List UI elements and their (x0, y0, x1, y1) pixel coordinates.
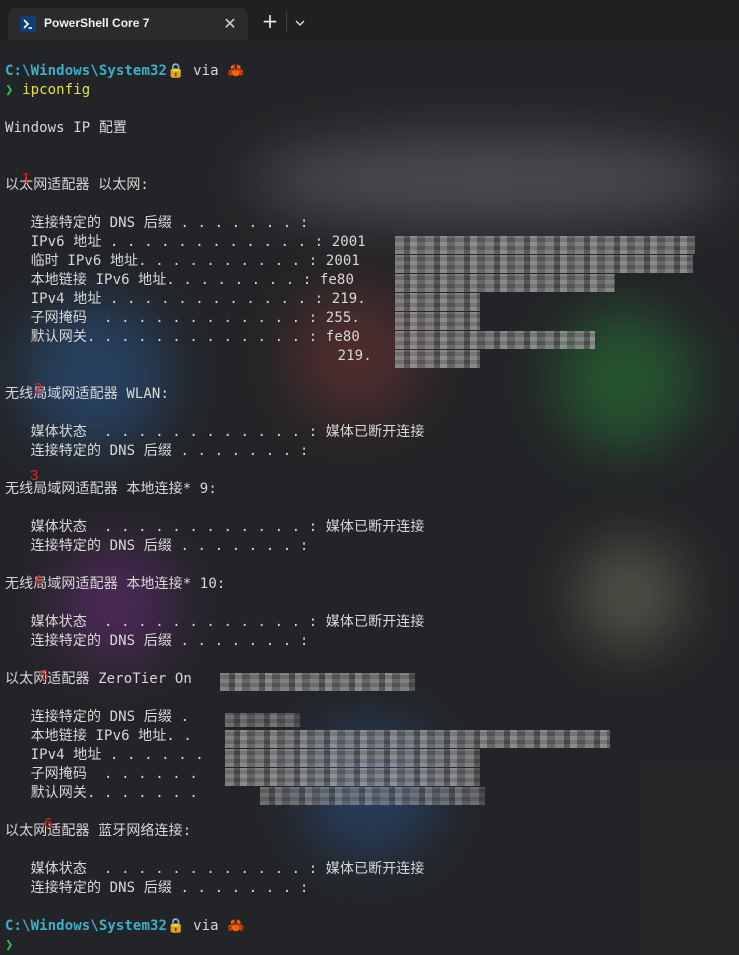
adapter-field: 媒体状态 . . . . . . . . . . . . : 媒体已断开连接 (5, 424, 425, 440)
adapter-field: 默认网关. . . . . . . . . . . . . : fe80 (5, 329, 360, 345)
command-text: ipconfig (22, 82, 91, 98)
redaction-mosaic (225, 768, 480, 786)
redaction-mosaic (395, 331, 595, 349)
adapter-field: 连接特定的 DNS 后缀 . . . . . . . : (5, 215, 309, 231)
adapter-field: 连接特定的 DNS 后缀 . . . . . . . : (5, 538, 309, 554)
prompt-via: via (184, 63, 228, 79)
terminal-pane[interactable]: C:\Windows\System32🔒 via 🦀 ❯ ipconfig Wi… (0, 40, 739, 955)
adapter-field: 子网掩码 . . . . . . . . . . . . : 255. (5, 310, 360, 326)
close-icon[interactable]: ✕ (220, 14, 240, 34)
tab-powershell[interactable]: PowerShell Core 7 ✕ (8, 8, 248, 40)
redaction-mosaic (395, 274, 615, 292)
adapter-field: IPv4 地址 . . . . . . . . . . . . : 219. (5, 291, 366, 307)
annotation-marker: 3 (30, 467, 39, 484)
redaction-mosaic (220, 673, 415, 691)
annotation-marker: 1 (22, 170, 31, 187)
lock-icon: 🔒 (167, 918, 185, 934)
command-line[interactable]: ❯ (5, 936, 14, 955)
adapter-field: 默认网关. . . . . . . (5, 785, 198, 801)
powershell-icon (20, 16, 36, 32)
adapter-title: 以太网适配器 蓝牙网络连接: (5, 823, 192, 839)
annotation-marker: 4 (34, 572, 43, 589)
adapter-field: IPv6 地址 . . . . . . . . . . . . : 2001 (5, 234, 366, 250)
lock-icon: 🔒 (167, 63, 185, 79)
redaction-mosaic (395, 293, 480, 311)
adapter-field: 临时 IPv6 地址. . . . . . . . . . : 2001 (5, 253, 360, 269)
adapter-field: 219. (5, 348, 372, 364)
adapter-field: 子网掩码 . . . . . . (5, 766, 198, 782)
chevron-down-icon[interactable] (290, 10, 310, 34)
redaction-mosaic (225, 713, 300, 727)
prompt-symbol: ❯ (5, 937, 14, 953)
redaction-mosaic (225, 749, 480, 767)
adapter-field: 本地链接 IPv6 地址. . . . . . . . : fe80 (5, 272, 354, 288)
adapter-field: 连接特定的 DNS 后缀 . . . . . . . : (5, 633, 309, 649)
adapter-title: 无线局域网适配器 WLAN: (5, 386, 169, 402)
new-tab-button[interactable]: + (258, 10, 282, 34)
title-bar: PowerShell Core 7 ✕ + (0, 0, 739, 40)
adapter-title: 以太网适配器 ZeroTier On (5, 671, 192, 687)
annotation-marker: 5 (40, 667, 49, 684)
prompt-line: C:\Windows\System32🔒 via 🦀 (5, 62, 245, 81)
adapter-field: 连接特定的 DNS 后缀 . . . . . . . : (5, 880, 309, 896)
redaction-mosaic (395, 236, 695, 254)
output-header: Windows IP 配置 (5, 120, 128, 136)
adapter-field: 媒体状态 . . . . . . . . . . . . : 媒体已断开连接 (5, 614, 425, 630)
redaction-mosaic (225, 730, 610, 748)
command-line: ❯ ipconfig (5, 81, 90, 100)
tab-divider (286, 12, 287, 32)
prompt-via: via (184, 918, 228, 934)
prompt-path: C:\Windows\System32 (5, 918, 168, 934)
annotation-marker: 2 (34, 380, 43, 397)
adapter-field: 媒体状态 . . . . . . . . . . . . : 媒体已断开连接 (5, 519, 425, 535)
adapter-field: 连接特定的 DNS 后缀 . . . . . . . : (5, 443, 309, 459)
annotation-marker: 6 (44, 815, 53, 832)
redaction-mosaic (395, 312, 480, 330)
prompt-symbol: ❯ (5, 82, 14, 98)
adapter-field: IPv4 地址 . . . . . . (5, 747, 204, 763)
tab-title: PowerShell Core 7 (44, 16, 150, 30)
crab-icon: 🦀 (227, 63, 245, 79)
prompt-line: C:\Windows\System32🔒 via 🦀 (5, 917, 245, 936)
adapter-field: 媒体状态 . . . . . . . . . . . . : 媒体已断开连接 (5, 861, 425, 877)
adapter-field: 本地链接 IPv6 地址. . (5, 728, 192, 744)
redaction-mosaic (260, 787, 485, 805)
prompt-path: C:\Windows\System32 (5, 63, 168, 79)
redaction-mosaic (395, 255, 693, 273)
redaction-mosaic (395, 350, 480, 368)
adapter-field: 连接特定的 DNS 后缀 . (5, 709, 189, 725)
crab-icon: 🦀 (227, 918, 245, 934)
